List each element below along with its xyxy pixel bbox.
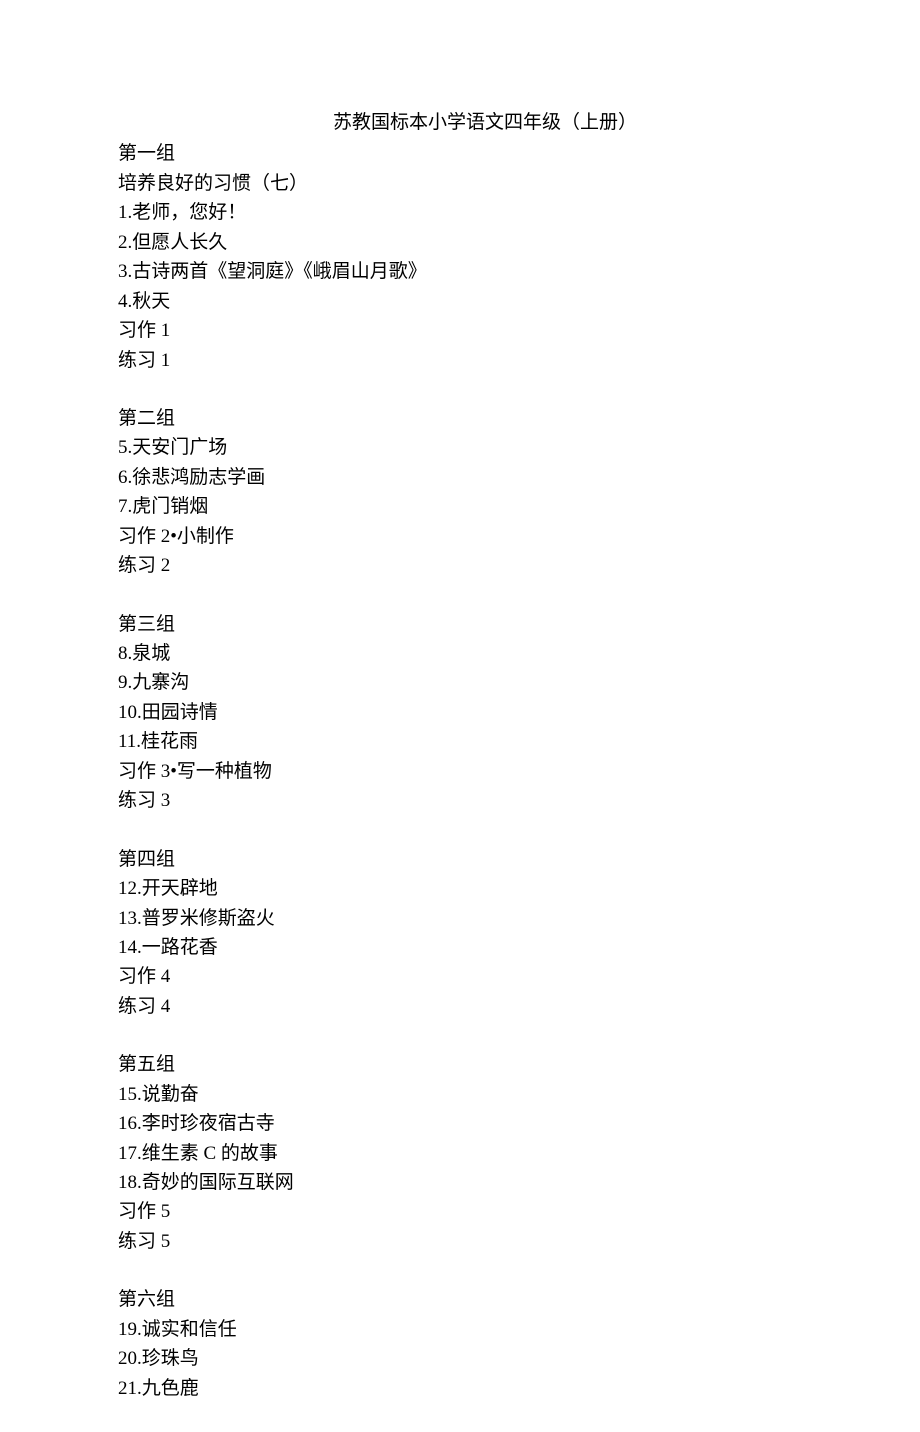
list-item: 19.诚实和信任 <box>118 1315 920 1344</box>
list-item: 练习 3 <box>118 786 920 815</box>
list-item: 8.泉城 <box>118 639 920 668</box>
group-section: 第二组5.天安门广场6.徐悲鸿励志学画7.虎门销烟习作 2•小制作练习 2 <box>118 404 920 581</box>
list-item: 2.但愿人长久 <box>118 228 920 257</box>
document-title: 苏教国标本小学语文四年级（上册） <box>118 108 920 137</box>
list-item: 10.田园诗情 <box>118 698 920 727</box>
group-section: 第五组15.说勤奋16.李时珍夜宿古寺17.维生素 C 的故事18.奇妙的国际互… <box>118 1050 920 1256</box>
group-header: 第一组 <box>118 139 920 168</box>
list-item: 9.九寨沟 <box>118 668 920 697</box>
group-section: 第六组19.诚实和信任20.珍珠鸟21.九色鹿 <box>118 1285 920 1403</box>
list-item: 6.徐悲鸿励志学画 <box>118 463 920 492</box>
list-item: 17.维生素 C 的故事 <box>118 1139 920 1168</box>
group-section: 第四组12.开天辟地13.普罗米修斯盗火14.一路花香习作 4练习 4 <box>118 845 920 1022</box>
group-header: 第四组 <box>118 845 920 874</box>
list-item: 15.说勤奋 <box>118 1080 920 1109</box>
list-item: 练习 1 <box>118 346 920 375</box>
list-item: 16.李时珍夜宿古寺 <box>118 1109 920 1138</box>
list-item: 4.秋天 <box>118 287 920 316</box>
list-item: 11.桂花雨 <box>118 727 920 756</box>
list-item: 练习 5 <box>118 1227 920 1256</box>
list-item: 14.一路花香 <box>118 933 920 962</box>
group-section: 第三组8.泉城9.九寨沟10.田园诗情11.桂花雨习作 3•写一种植物练习 3 <box>118 610 920 816</box>
group-header: 第六组 <box>118 1285 920 1314</box>
list-item: 20.珍珠鸟 <box>118 1344 920 1373</box>
document-content: 第一组培养良好的习惯（七）1.老师，您好！2.但愿人长久3.古诗两首《望洞庭》《… <box>118 139 920 1403</box>
list-item: 习作 1 <box>118 316 920 345</box>
list-item: 5.天安门广场 <box>118 433 920 462</box>
list-item: 习作 2•小制作 <box>118 522 920 551</box>
list-item: 3.古诗两首《望洞庭》《峨眉山月歌》 <box>118 257 920 286</box>
list-item: 练习 4 <box>118 992 920 1021</box>
list-item: 13.普罗米修斯盗火 <box>118 904 920 933</box>
list-item: 培养良好的习惯（七） <box>118 169 920 198</box>
list-item: 21.九色鹿 <box>118 1374 920 1403</box>
list-item: 习作 3•写一种植物 <box>118 757 920 786</box>
group-header: 第二组 <box>118 404 920 433</box>
list-item: 7.虎门销烟 <box>118 492 920 521</box>
list-item: 18.奇妙的国际互联网 <box>118 1168 920 1197</box>
group-header: 第五组 <box>118 1050 920 1079</box>
group-section: 第一组培养良好的习惯（七）1.老师，您好！2.但愿人长久3.古诗两首《望洞庭》《… <box>118 139 920 375</box>
list-item: 12.开天辟地 <box>118 874 920 903</box>
list-item: 习作 4 <box>118 962 920 991</box>
list-item: 练习 2 <box>118 551 920 580</box>
list-item: 1.老师，您好！ <box>118 198 920 227</box>
list-item: 习作 5 <box>118 1197 920 1226</box>
group-header: 第三组 <box>118 610 920 639</box>
